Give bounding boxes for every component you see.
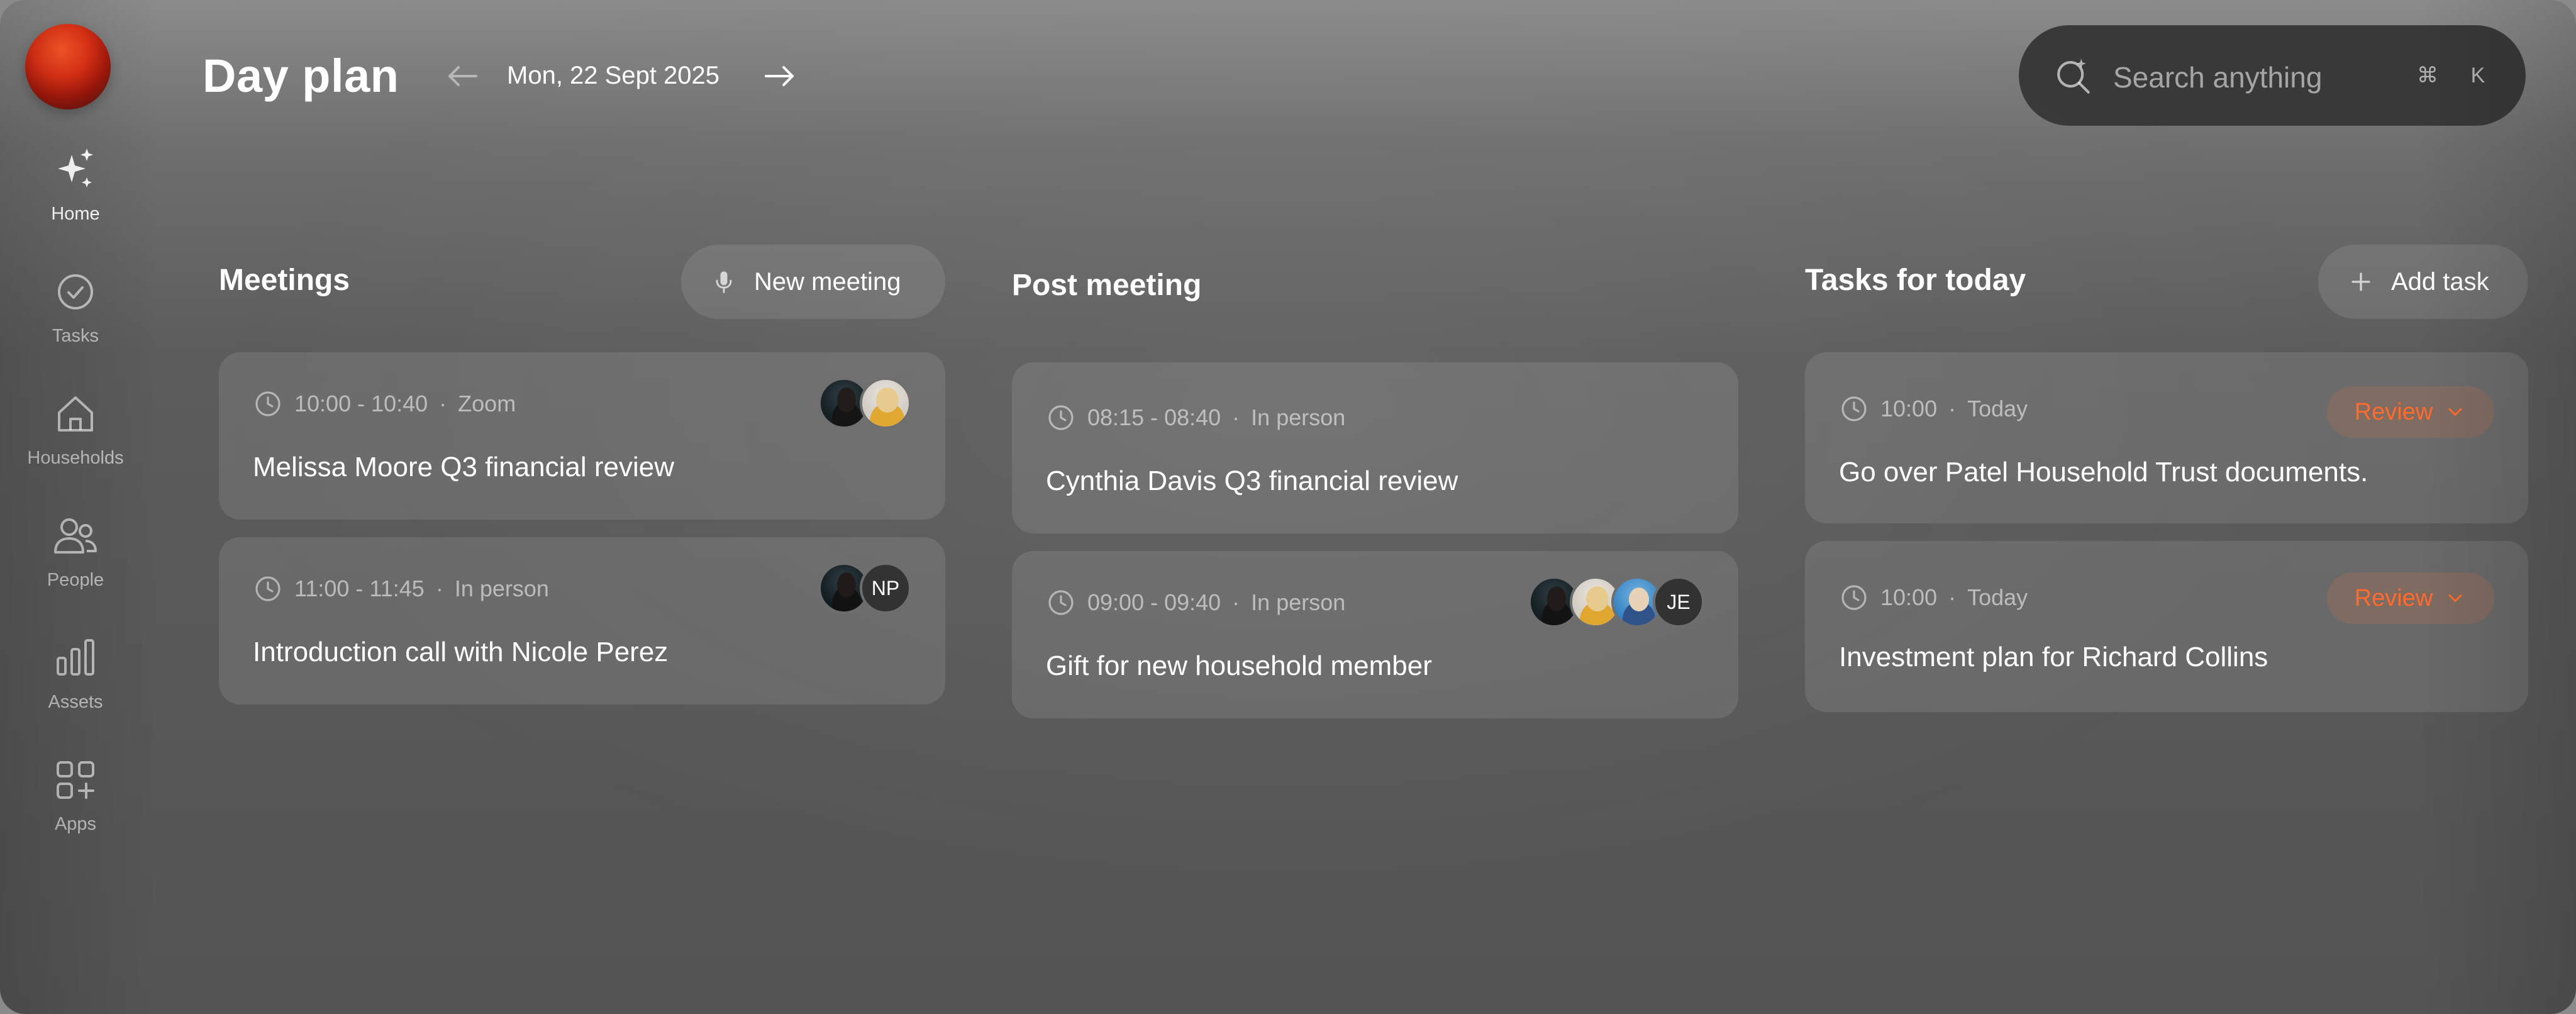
- clock-icon: [255, 576, 280, 601]
- arrow-right-icon[interactable]: [761, 60, 799, 92]
- post-meeting-card[interactable]: 09:00 - 09:40 · In person JE Gift for ne…: [1012, 551, 1738, 718]
- task-day: Today: [1967, 584, 2028, 610]
- task-title: Investment plan for Richard Collins: [1839, 642, 2268, 672]
- meeting-meta: 10:00 - 10:40 · Zoom: [253, 389, 516, 419]
- meeting-location: In person: [1251, 404, 1346, 430]
- separator-dot: ·: [1232, 589, 1240, 615]
- review-label: Review: [2354, 398, 2433, 425]
- avatar-initials: NP: [860, 562, 911, 614]
- separator-dot: ·: [1948, 396, 1957, 421]
- review-label: Review: [2354, 584, 2433, 611]
- apps-grid-icon: [57, 761, 94, 799]
- add-task-label: Add task: [2391, 267, 2489, 296]
- avatar: [860, 377, 911, 429]
- clock-icon: [255, 391, 280, 416]
- sidebar-item-label: Assets: [48, 692, 103, 712]
- check-circle-icon: [58, 274, 93, 309]
- separator-dot: ·: [1232, 404, 1240, 430]
- task-meta: 10:00 · Today: [1839, 582, 2028, 613]
- shortcut-k-key: K: [2470, 63, 2485, 87]
- meeting-time: 10:00 - 10:40: [294, 391, 428, 416]
- task-day: Today: [1967, 396, 2028, 421]
- attendee-avatars: NP: [818, 562, 911, 614]
- new-meeting-label: New meeting: [754, 267, 901, 296]
- page-title: Day plan: [203, 50, 399, 102]
- sidebar-item-households[interactable]: Households: [0, 389, 151, 496]
- meeting-card[interactable]: 10:00 - 10:40 · Zoom Melissa Moore Q3 fi…: [219, 352, 945, 520]
- search-bar[interactable]: Search anything ⌘ K: [2019, 25, 2526, 126]
- arrow-left-icon[interactable]: [443, 60, 481, 92]
- app-logo[interactable]: [25, 24, 111, 109]
- sidebar-item-label: Households: [27, 448, 124, 468]
- meeting-meta: 08:15 - 08:40 · In person: [1046, 403, 1345, 433]
- meeting-title: Cynthia Davis Q3 financial review: [1046, 465, 1458, 496]
- people-icon: [54, 518, 97, 554]
- meetings-title: Meetings: [219, 264, 350, 297]
- post-meeting-card[interactable]: 08:15 - 08:40 · In person Cynthia Davis …: [1012, 362, 1738, 533]
- task-time: 10:00: [1880, 584, 1938, 610]
- sidebar-item-tasks[interactable]: Tasks: [0, 267, 151, 374]
- clock-icon: [1048, 405, 1074, 430]
- bar-chart-icon: [57, 639, 94, 676]
- search-input[interactable]: Search anything: [2113, 60, 2322, 94]
- meeting-title: Introduction call with Nicole Perez: [253, 637, 669, 667]
- meeting-time: 09:00 - 09:40: [1087, 589, 1221, 615]
- avatar-initials: JE: [1653, 576, 1704, 628]
- clock-icon: [1841, 396, 1867, 421]
- meeting-card[interactable]: 11:00 - 11:45 · In person NP Introductio…: [219, 537, 945, 705]
- plus-icon: [2351, 272, 2370, 291]
- sidebar-item-apps[interactable]: Apps: [0, 755, 151, 862]
- meeting-location: In person: [454, 576, 549, 601]
- task-meta: 10:00 · Today: [1839, 394, 2028, 424]
- house-icon: [58, 396, 93, 432]
- tasks-title: Tasks for today: [1805, 264, 2026, 297]
- chevron-down-icon: [2448, 594, 2462, 602]
- sidebar-item-label: People: [47, 570, 104, 590]
- attendee-avatars: [818, 377, 911, 429]
- search-icon: [2057, 58, 2090, 94]
- microphone-icon: [716, 271, 732, 293]
- add-task-button[interactable]: Add task: [2318, 245, 2528, 319]
- app-window: Home Tasks Households People Assets Apps…: [0, 0, 2576, 1014]
- meeting-time: 08:15 - 08:40: [1087, 404, 1221, 430]
- sidebar-item-label: Home: [51, 204, 100, 224]
- sidebar-item-label: Tasks: [52, 326, 99, 346]
- sidebar-item-home[interactable]: Home: [0, 145, 151, 252]
- shortcut-cmd-key: ⌘: [2417, 64, 2438, 87]
- separator-dot: ·: [439, 391, 447, 416]
- meeting-title: Melissa Moore Q3 financial review: [253, 452, 675, 482]
- meeting-time: 11:00 - 11:45: [294, 576, 425, 601]
- sidebar-item-label: Apps: [54, 814, 97, 834]
- clock-icon: [1048, 590, 1074, 615]
- sidebar-item-assets[interactable]: Assets: [0, 633, 151, 740]
- attendee-avatars: JE: [1528, 576, 1704, 628]
- meeting-meta: 11:00 - 11:45 · In person: [253, 574, 549, 604]
- sidebar-item-people[interactable]: People: [0, 511, 151, 618]
- clock-icon: [1841, 585, 1867, 610]
- post-meeting-title: Post meeting: [1012, 269, 1202, 302]
- chevron-down-icon: [2448, 408, 2462, 416]
- meeting-location: Zoom: [458, 391, 516, 416]
- task-time: 10:00: [1880, 396, 1938, 421]
- sparkles-icon: [58, 148, 93, 187]
- task-title: Go over Patel Household Trust documents.: [1839, 457, 2368, 488]
- meeting-title: Gift for new household member: [1046, 650, 1432, 681]
- meeting-meta: 09:00 - 09:40 · In person: [1046, 588, 1345, 618]
- separator-dot: ·: [1948, 584, 1957, 610]
- meeting-location: In person: [1251, 589, 1346, 615]
- review-dropdown[interactable]: Review: [2327, 572, 2494, 624]
- current-date: Mon, 22 Sept 2025: [507, 62, 720, 89]
- review-dropdown[interactable]: Review: [2327, 386, 2494, 438]
- task-card[interactable]: 10:00 · Today Review Go over Patel House…: [1805, 352, 2528, 523]
- task-card[interactable]: 10:00 · Today Review Investment plan for…: [1805, 541, 2528, 712]
- separator-dot: ·: [435, 576, 443, 601]
- new-meeting-button[interactable]: New meeting: [681, 245, 945, 319]
